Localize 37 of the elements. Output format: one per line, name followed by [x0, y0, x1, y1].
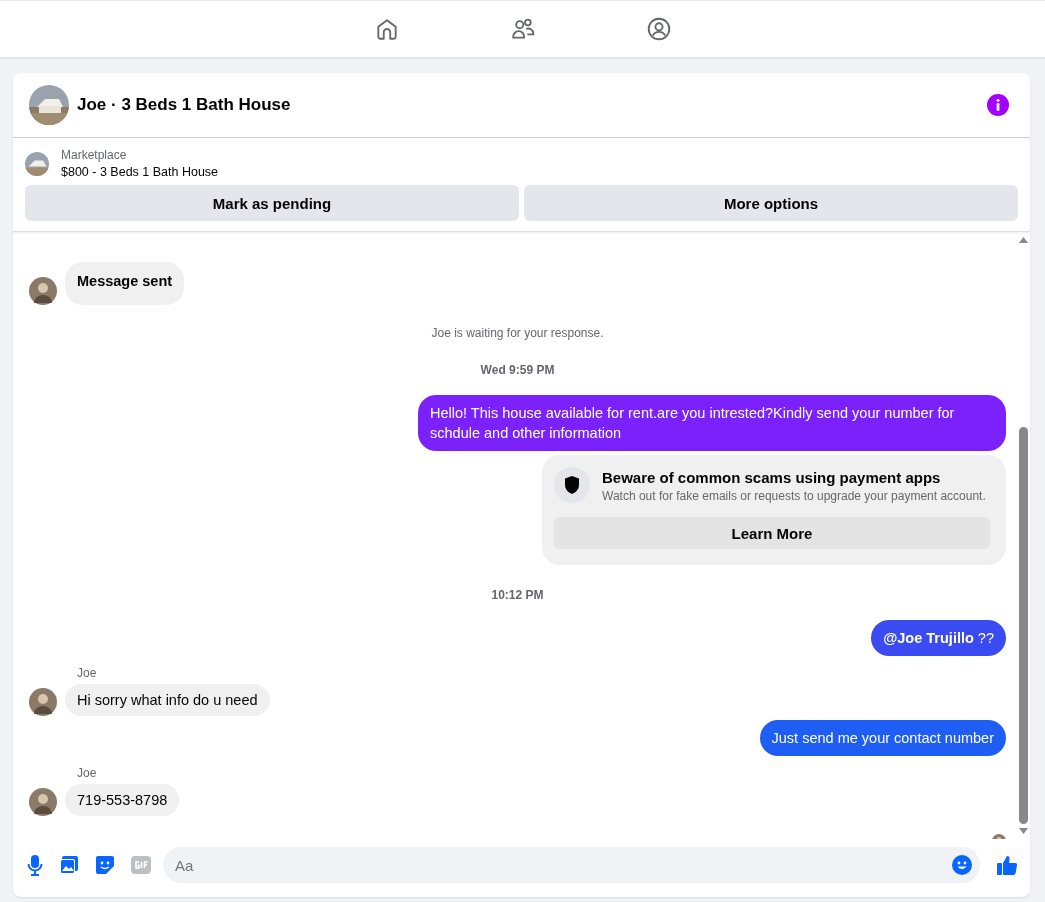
- emoji-icon[interactable]: [952, 855, 972, 875]
- more-options-button[interactable]: More options: [524, 185, 1018, 221]
- message-bubble: Hello! This house available for rent.are you intrested?Kindly send your number for schdule and other information: [418, 395, 1006, 451]
- timestamp: Wed 9:59 PM: [479, 363, 556, 377]
- info-icon[interactable]: [987, 94, 1009, 116]
- message-bubble: @Joe Trujillo ??: [871, 620, 1006, 656]
- photo-icon[interactable]: [59, 855, 79, 875]
- scroll-down-icon[interactable]: [1018, 828, 1028, 834]
- warning-text: Watch out for fake emails or requests to upgrade your payment account.: [602, 489, 986, 503]
- shield-icon: [554, 467, 590, 503]
- thumbs-up-icon[interactable]: [996, 854, 1018, 876]
- warning-title: Beware of common scams using payment apps: [602, 469, 942, 486]
- message-bubble: Message sent: [65, 262, 185, 305]
- listing-source: Marketplace: [61, 148, 128, 162]
- learn-more-button[interactable]: Learn More: [554, 517, 990, 549]
- sticker-icon[interactable]: [95, 855, 115, 875]
- status-text: Joe is waiting for your response.: [430, 326, 605, 340]
- timestamp: 10:12 PM: [490, 588, 545, 602]
- message-bubble: Just send me your contact number: [759, 720, 1006, 756]
- profile-tab[interactable]: [645, 16, 672, 42]
- avatar-icon: [29, 277, 57, 305]
- profile-icon: [645, 16, 672, 42]
- message-bubble: 719-553-8798: [65, 784, 180, 816]
- avatar-icon: [29, 688, 57, 716]
- message-bubble: Hi sorry what info do u need: [65, 684, 270, 716]
- avatar-icon: [29, 788, 57, 816]
- scroll-up-icon[interactable]: [1018, 237, 1028, 243]
- message-input-field[interactable]: Aa: [163, 847, 980, 883]
- sender-name: Joe: [77, 766, 98, 780]
- people-tab[interactable]: [509, 16, 536, 42]
- people-icon: [509, 16, 536, 42]
- microphone-icon[interactable]: [27, 854, 43, 876]
- listing-title[interactable]: $800 - 3 Beds 1 Bath House: [61, 165, 219, 179]
- mark-pending-button[interactable]: Mark as pending: [25, 185, 519, 221]
- conversation-title: Joe · 3 Beds 1 Bath House: [77, 95, 292, 115]
- sender-name: Joe: [77, 666, 98, 680]
- scrollbar-thumb[interactable]: [1018, 427, 1028, 824]
